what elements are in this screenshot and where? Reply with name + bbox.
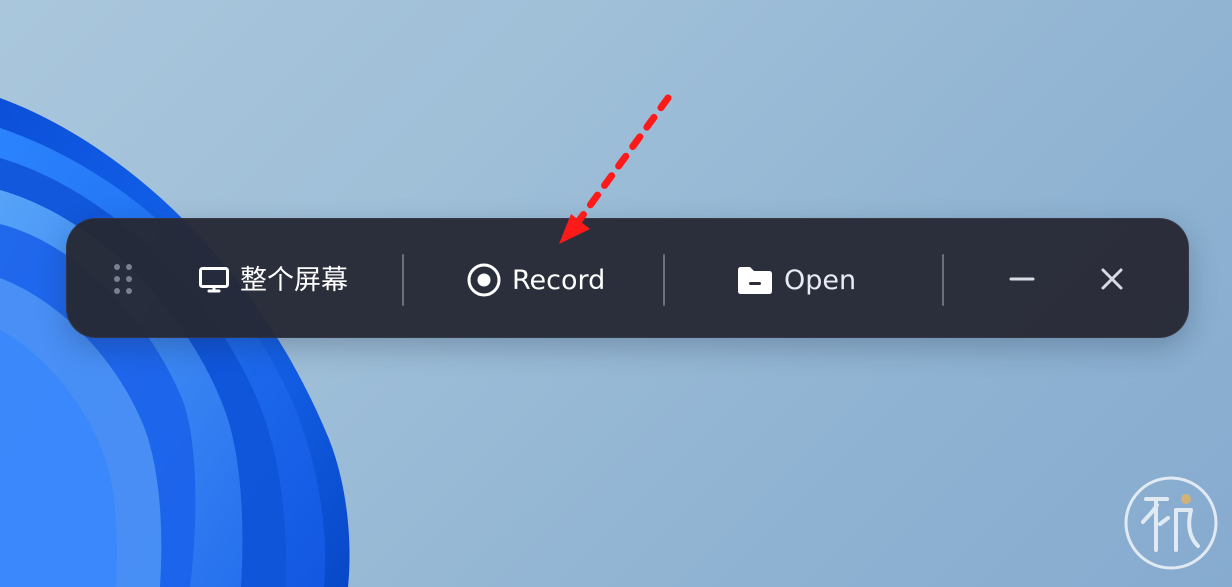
capture-mode-button[interactable]: 整个屏幕 — [198, 258, 358, 302]
toolbar-divider — [942, 254, 944, 306]
drag-handle[interactable] — [110, 262, 136, 296]
desktop: 整个屏幕 Record Open — [0, 0, 1232, 587]
record-label: Record — [512, 264, 606, 296]
close-icon — [1101, 268, 1123, 290]
close-button[interactable] — [1095, 264, 1129, 294]
monitor-icon — [199, 267, 229, 293]
record-button[interactable]: Record — [466, 258, 606, 302]
drag-handle-icon — [114, 264, 120, 270]
minimize-button[interactable] — [1005, 264, 1039, 294]
capture-mode-label: 整个屏幕 — [240, 264, 348, 296]
open-label: Open — [784, 264, 857, 296]
minimize-icon — [1009, 277, 1035, 281]
open-button[interactable]: Open — [736, 258, 862, 302]
corner-logo-watermark — [1124, 476, 1218, 570]
toolbar-divider — [402, 254, 404, 306]
toolbar-divider — [663, 254, 665, 306]
folder-icon — [738, 267, 772, 294]
record-circle-icon — [467, 263, 501, 297]
